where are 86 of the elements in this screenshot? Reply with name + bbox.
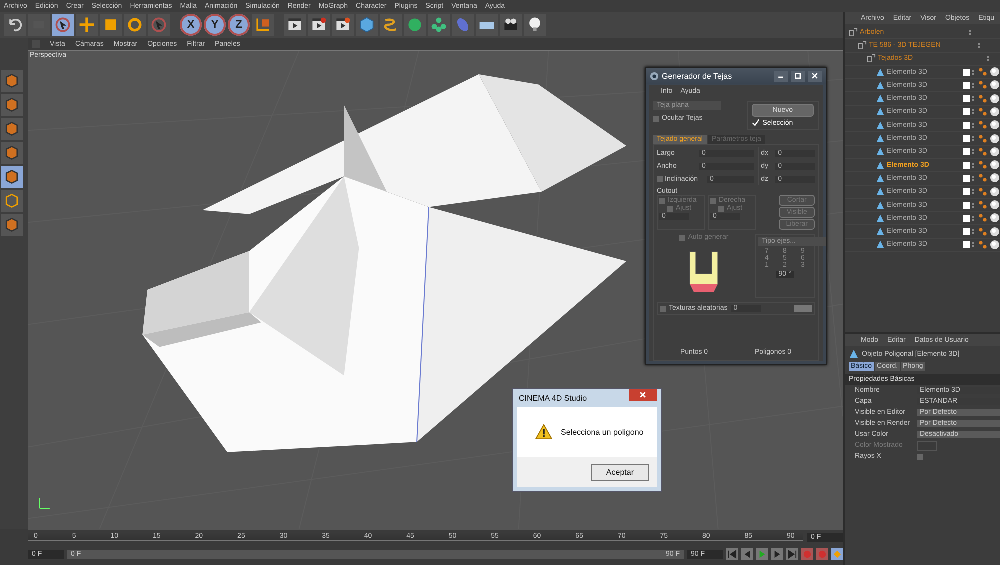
tag-icon[interactable] xyxy=(978,226,988,237)
material-icon[interactable] xyxy=(990,226,1000,237)
app-icon xyxy=(650,72,659,80)
spline-icon[interactable] xyxy=(380,14,402,36)
last-frame-icon[interactable] xyxy=(786,548,798,560)
close-icon[interactable] xyxy=(811,72,819,80)
tag-icon[interactable] xyxy=(978,173,988,184)
tool-icon[interactable] xyxy=(1,94,23,116)
first-frame-icon[interactable] xyxy=(726,548,738,560)
previous-frame-icon[interactable] xyxy=(741,548,753,560)
tag-icon[interactable] xyxy=(978,200,988,210)
checkbox[interactable] xyxy=(657,176,663,182)
checkbox[interactable] xyxy=(667,206,673,212)
accept-button[interactable]: Aceptar xyxy=(591,464,649,480)
material-icon[interactable] xyxy=(990,134,1000,144)
next-frame-icon[interactable] xyxy=(771,548,783,560)
move-icon[interactable] xyxy=(76,14,98,36)
checkbox[interactable] xyxy=(660,306,666,312)
tag-icon[interactable] xyxy=(978,106,988,117)
axis-icon xyxy=(39,498,50,510)
checkbox[interactable] xyxy=(679,234,686,240)
close-icon[interactable] xyxy=(639,391,647,399)
material-icon[interactable] xyxy=(990,106,1000,117)
dialog-title: CINEMA 4D Studio xyxy=(519,394,588,402)
material-icon[interactable] xyxy=(990,80,1000,90)
material-icon[interactable] xyxy=(990,120,1000,130)
tag-icon[interactable] xyxy=(978,146,988,157)
close-button[interactable] xyxy=(808,70,822,82)
close-button[interactable] xyxy=(629,389,657,401)
axis-toggle[interactable]: Z xyxy=(228,14,250,36)
material-icon[interactable] xyxy=(990,173,1000,184)
camera-icon[interactable] xyxy=(500,14,522,36)
null-object-icon xyxy=(849,28,858,37)
tag-icon[interactable] xyxy=(978,94,988,104)
tag-icon[interactable] xyxy=(978,240,988,250)
cursor-icon[interactable] xyxy=(52,14,74,36)
dialog-message: Selecciona un poligono xyxy=(561,428,644,436)
render-region-icon[interactable] xyxy=(308,14,330,36)
material-icon[interactable] xyxy=(990,146,1000,157)
material-icon[interactable] xyxy=(990,67,1000,78)
tool-icon[interactable] xyxy=(1,118,23,140)
null-object-icon xyxy=(858,40,867,50)
material-icon[interactable] xyxy=(990,186,1000,197)
axis-toggle[interactable]: X xyxy=(180,14,202,36)
checkbox[interactable] xyxy=(710,198,716,204)
material-icon[interactable] xyxy=(990,160,1000,170)
undo-icon[interactable] xyxy=(4,14,26,36)
material-icon[interactable] xyxy=(990,213,1000,224)
tag-icon[interactable] xyxy=(978,213,988,224)
tag-icon[interactable] xyxy=(978,134,988,144)
axis-toggle[interactable]: Y xyxy=(204,14,226,36)
checkbox[interactable] xyxy=(917,454,923,460)
pointer-icon[interactable] xyxy=(148,14,170,36)
coordinate-icon[interactable] xyxy=(252,14,274,36)
material-icon[interactable] xyxy=(990,94,1000,104)
maximize-button[interactable] xyxy=(791,70,805,82)
material-icon[interactable] xyxy=(990,240,1000,250)
rotate-icon[interactable] xyxy=(124,14,146,36)
tag-icon[interactable] xyxy=(978,186,988,197)
tool-icon[interactable] xyxy=(1,166,23,188)
minimize-button[interactable] xyxy=(774,70,788,82)
polygon-object-icon xyxy=(849,349,859,359)
warning-icon xyxy=(535,424,553,440)
tool-icon[interactable] xyxy=(1,190,23,212)
tool-icon[interactable] xyxy=(1,70,23,92)
tool-icon[interactable] xyxy=(1,214,23,236)
slider-handle[interactable] xyxy=(794,305,812,312)
tag-icon[interactable] xyxy=(978,67,988,78)
tag-icon[interactable] xyxy=(978,120,988,130)
scale-icon[interactable] xyxy=(100,14,122,36)
tag-icon[interactable] xyxy=(978,160,988,170)
checkbox[interactable] xyxy=(718,206,724,212)
render-settings-icon[interactable] xyxy=(332,14,354,36)
tool-icon[interactable] xyxy=(1,142,23,164)
material-icon[interactable] xyxy=(990,200,1000,210)
null-object-icon xyxy=(867,54,876,64)
window-title: Generador de Tejas xyxy=(662,72,734,80)
tag-icon[interactable] xyxy=(978,80,988,90)
checkbox[interactable] xyxy=(659,198,665,204)
render-icon[interactable] xyxy=(284,14,306,36)
array-icon[interactable] xyxy=(428,14,450,36)
checkbox[interactable] xyxy=(653,116,659,122)
checkmark-icon[interactable] xyxy=(752,119,760,127)
floor-icon[interactable] xyxy=(476,14,498,36)
maximize-icon[interactable] xyxy=(794,72,802,80)
light-icon[interactable] xyxy=(524,14,546,36)
